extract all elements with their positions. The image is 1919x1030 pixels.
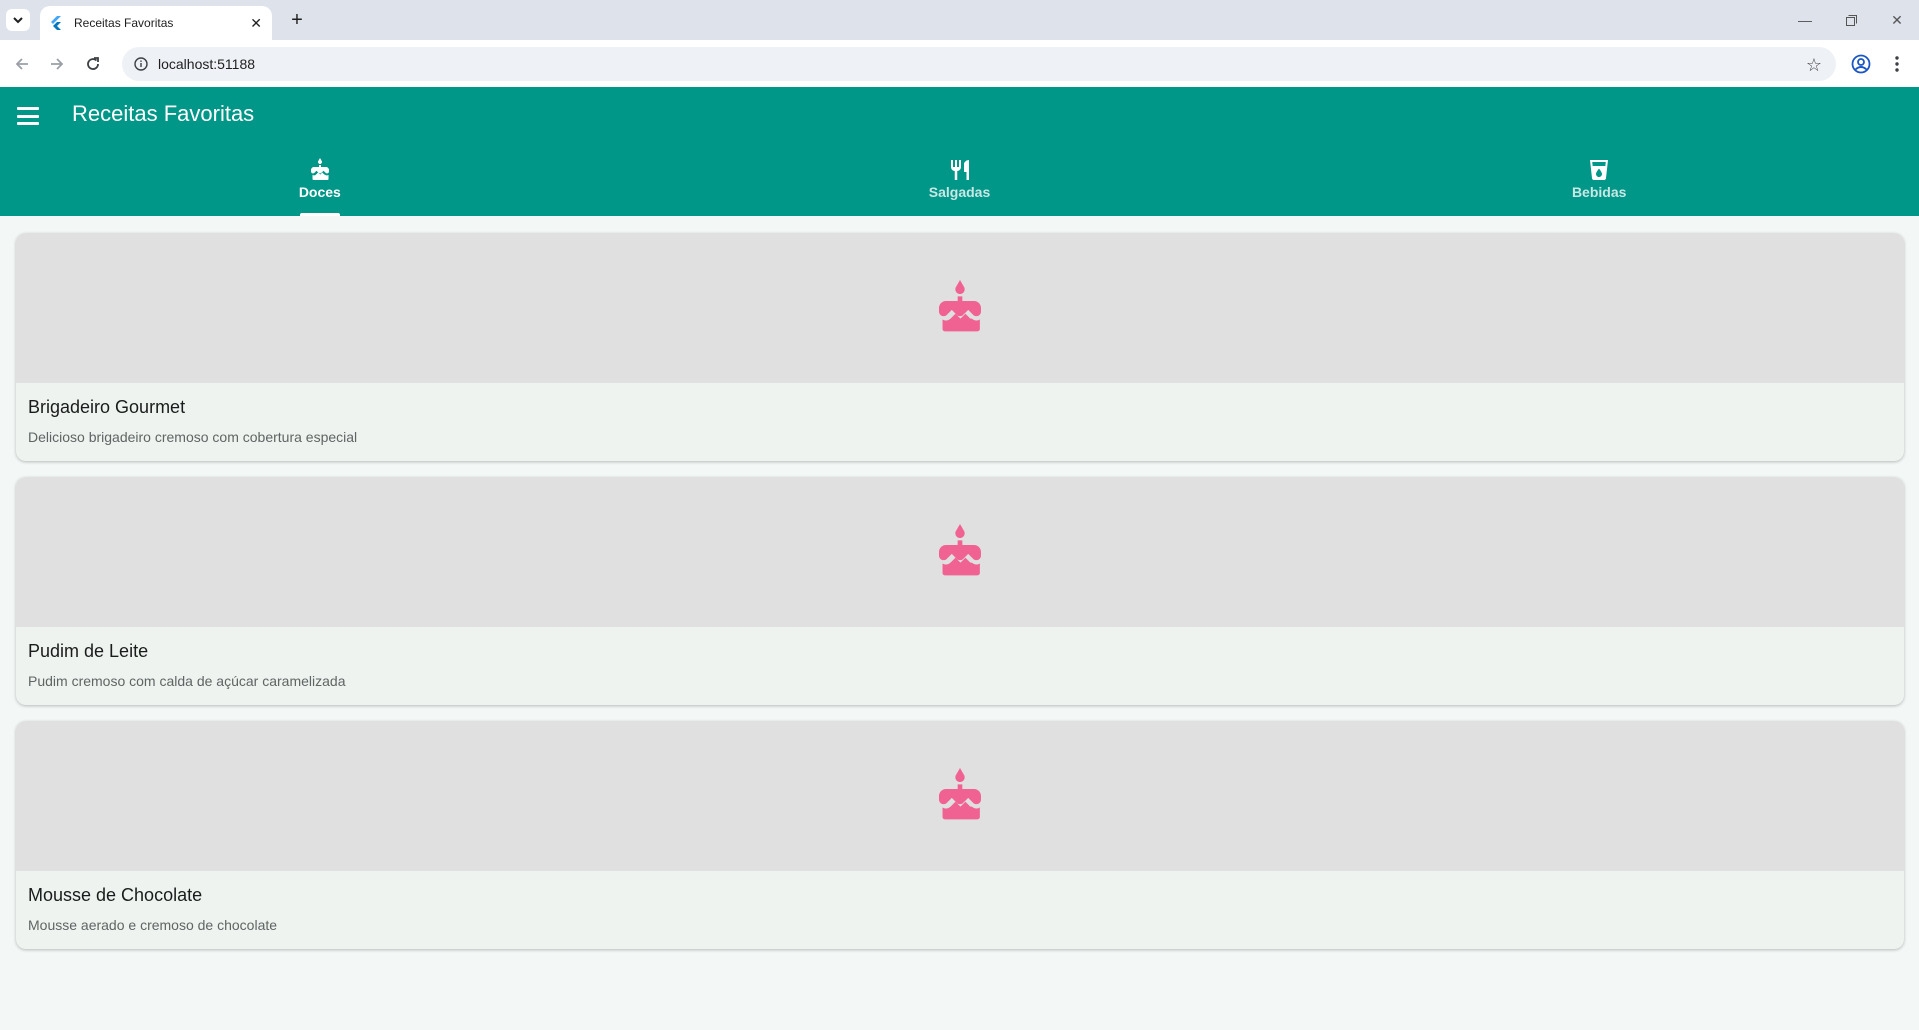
tab-label-salgadas: Salgadas [928,184,991,200]
recipe-card[interactable]: Brigadeiro Gourmet Delicioso brigadeiro … [16,233,1904,461]
recipe-description: Pudim cremoso com calda de açúcar carame… [28,673,346,689]
url-text: localhost:51188 [158,56,256,72]
forward-icon[interactable] [43,50,71,78]
recipe-title: Brigadeiro Gourmet [28,397,186,417]
local-drink-icon [1590,160,1609,180]
recipe-title: Mousse de Chocolate [28,885,203,905]
reload-icon[interactable] [79,50,107,78]
tab-doces[interactable]: Doces [0,152,640,216]
browser-tabstrip: Receitas Favoritas ✕ + — ✕ [0,0,1919,40]
new-tab-button[interactable]: + [284,8,310,32]
browser-toolbar: localhost:51188 ☆ [0,40,1919,87]
profile-icon[interactable] [1848,51,1874,77]
cake-icon [939,280,981,332]
tab-label-bebidas: Bebidas [1571,184,1627,200]
cake-icon [939,524,981,576]
tab-search-button[interactable] [6,9,30,31]
tab-label-doces: Doces [298,184,341,200]
recipe-image-placeholder [16,721,1904,871]
recipe-image-placeholder [16,477,1904,627]
tab-salgadas[interactable]: Salgadas [640,152,1280,216]
address-bar[interactable]: localhost:51188 ☆ [122,47,1836,81]
restore-icon[interactable] [1836,8,1866,32]
recipe-image-placeholder [16,233,1904,383]
recipe-title: Pudim de Leite [28,641,149,661]
recipe-card[interactable]: Pudim de Leite Pudim cremoso com calda d… [16,477,1904,705]
tab-indicator [299,213,340,216]
recipe-description: Delicioso brigadeiro cremoso com cobertu… [28,429,358,445]
back-icon[interactable] [8,50,36,78]
category-tabs: Doces Salgadas Bebidas [0,152,1919,216]
cake-icon [939,768,981,820]
restaurant-icon [950,160,969,180]
close-tab-icon[interactable]: ✕ [250,15,262,32]
app-bar: Receitas Favoritas Doces Salgadas Bebida… [0,87,1919,216]
bookmark-star-icon[interactable]: ☆ [1806,55,1822,76]
more-vert-icon[interactable] [1884,51,1910,77]
cake-icon [310,158,329,180]
close-window-icon[interactable]: ✕ [1882,8,1912,32]
site-info-icon[interactable] [134,57,148,71]
flutter-icon [51,16,61,30]
page-title: Receitas Favoritas [72,101,255,126]
tab-bebidas[interactable]: Bebidas [1279,152,1919,216]
browser-tab[interactable]: Receitas Favoritas ✕ [40,6,272,40]
menu-icon[interactable] [17,107,39,125]
chevron-down-icon [13,17,23,24]
minimize-icon[interactable]: — [1790,8,1820,32]
recipe-description: Mousse aerado e cremoso de chocolate [28,917,278,933]
recipe-card[interactable]: Mousse de Chocolate Mousse aerado e crem… [16,721,1904,949]
browser-tab-title: Receitas Favoritas [74,16,174,30]
